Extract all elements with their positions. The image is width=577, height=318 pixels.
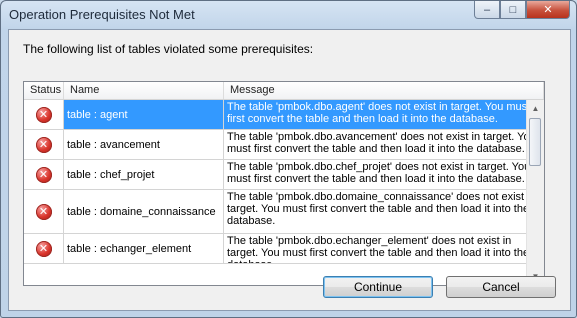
- table-row[interactable]: ✕ table : echanger_element The table 'pm…: [24, 234, 544, 264]
- continue-button[interactable]: Continue: [323, 276, 433, 298]
- message-cell: The table 'pmbok.dbo.echanger_element' d…: [224, 234, 544, 263]
- column-header-status[interactable]: Status: [24, 82, 64, 99]
- message-cell: The table 'pmbok.dbo.domaine_connaissanc…: [224, 190, 544, 233]
- status-cell: ✕: [24, 100, 64, 129]
- cancel-button[interactable]: Cancel: [446, 276, 556, 298]
- column-header-message[interactable]: Message: [224, 82, 544, 99]
- scroll-up-arrow-icon[interactable]: ▲: [527, 100, 544, 117]
- name-cell: table : chef_projet: [64, 160, 224, 189]
- scrollbar-thumb[interactable]: [529, 118, 541, 166]
- table-row[interactable]: ✕ table : agent The table 'pmbok.dbo.age…: [24, 100, 544, 130]
- table-row[interactable]: ✕ table : chef_projet The table 'pmbok.d…: [24, 160, 544, 190]
- status-cell: ✕: [24, 130, 64, 159]
- dialog-window: Operation Prerequisites Not Met – □ ✕ Th…: [0, 0, 577, 318]
- status-cell: ✕: [24, 160, 64, 189]
- error-icon: ✕: [35, 203, 52, 220]
- name-cell: table : domaine_connaissance: [64, 190, 224, 233]
- grid-header: Status Name Message: [24, 82, 544, 100]
- message-cell: The table 'pmbok.dbo.agent' does not exi…: [224, 100, 544, 129]
- minimize-button[interactable]: –: [474, 1, 500, 19]
- name-cell: table : avancement: [64, 130, 224, 159]
- status-cell: ✕: [24, 234, 64, 263]
- error-icon: ✕: [35, 166, 52, 183]
- error-icon: ✕: [35, 136, 52, 153]
- close-button[interactable]: ✕: [526, 1, 570, 19]
- vertical-scrollbar[interactable]: ▲ ▼: [526, 100, 544, 285]
- column-header-name[interactable]: Name: [64, 82, 224, 99]
- dialog-client-area: The following list of tables violated so…: [8, 29, 571, 311]
- window-title: Operation Prerequisites Not Met: [9, 7, 195, 22]
- violations-grid[interactable]: Status Name Message ✕ table : agent The …: [23, 81, 545, 286]
- error-icon: ✕: [35, 106, 52, 123]
- table-row[interactable]: ✕ table : avancement The table 'pmbok.db…: [24, 130, 544, 160]
- message-cell: The table 'pmbok.dbo.chef_projet' does n…: [224, 160, 544, 189]
- message-cell: The table 'pmbok.dbo.avancement' does no…: [224, 130, 544, 159]
- maximize-button[interactable]: □: [500, 1, 526, 19]
- table-row[interactable]: ✕ table : domaine_connaissance The table…: [24, 190, 544, 234]
- grid-rows: ✕ table : agent The table 'pmbok.dbo.age…: [24, 100, 544, 264]
- name-cell: table : echanger_element: [64, 234, 224, 263]
- status-cell: ✕: [24, 190, 64, 233]
- prerequisites-message: The following list of tables violated so…: [23, 42, 314, 56]
- caption-buttons: – □ ✕: [474, 1, 570, 21]
- error-icon: ✕: [35, 240, 52, 257]
- name-cell: table : agent: [64, 100, 224, 129]
